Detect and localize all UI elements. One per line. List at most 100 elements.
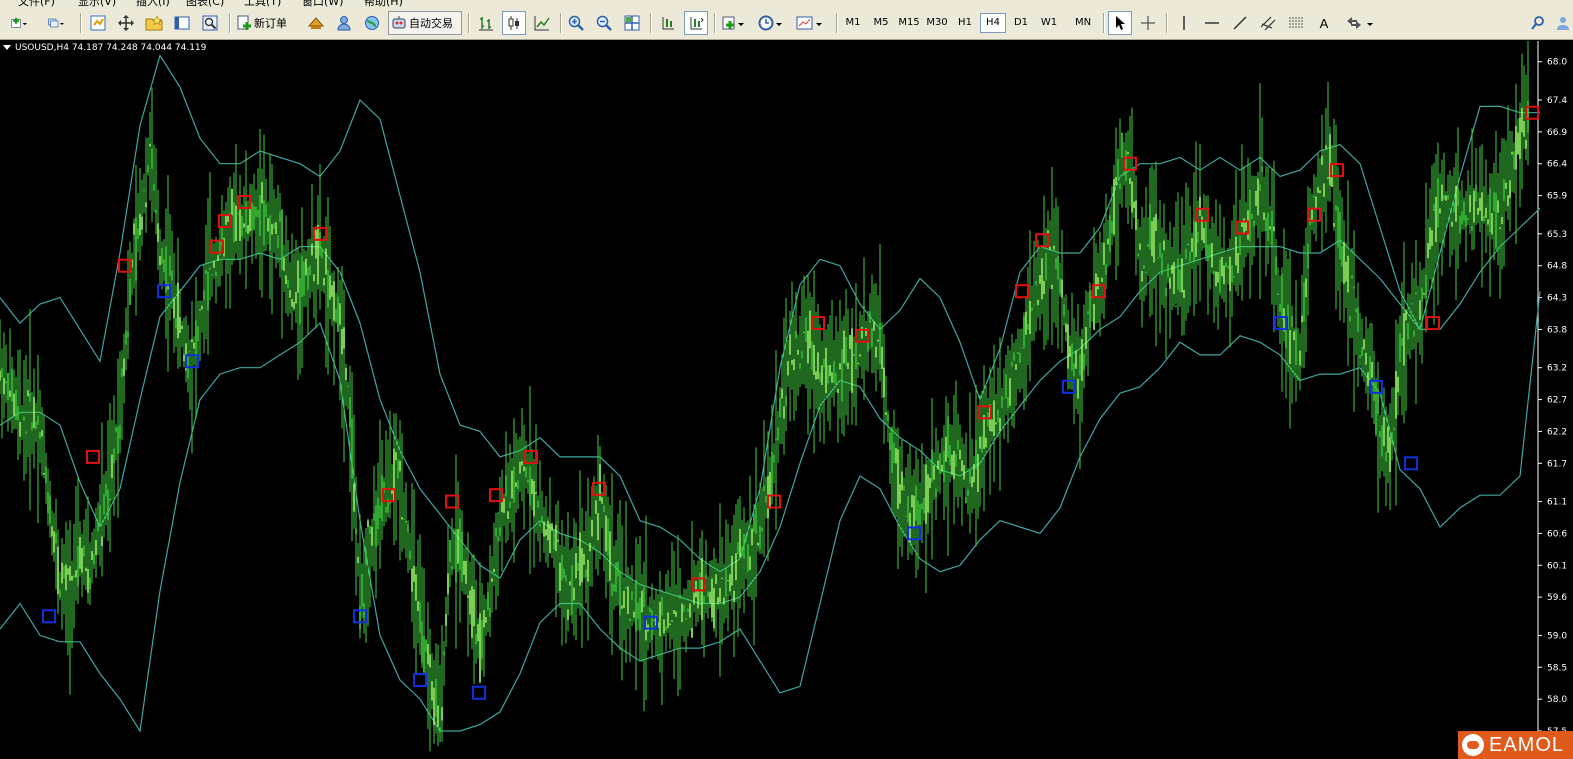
candle-body xyxy=(1075,350,1077,369)
candle-body xyxy=(933,465,935,480)
candle-body xyxy=(845,336,847,366)
market-button[interactable] xyxy=(360,11,384,35)
candle-body xyxy=(503,498,505,513)
zoom-in-button[interactable] xyxy=(564,11,588,35)
profiles-button[interactable] xyxy=(40,11,72,35)
timeframe-m15[interactable]: M15 xyxy=(896,13,922,33)
timeframe-d1[interactable]: D1 xyxy=(1008,13,1034,33)
timeframe-h1[interactable]: H1 xyxy=(952,13,978,33)
timeframe-m1[interactable]: M1 xyxy=(840,13,866,33)
candle-body xyxy=(527,479,529,483)
account-button[interactable] xyxy=(1554,11,1572,35)
candle-body xyxy=(467,595,469,598)
candle-body xyxy=(1439,208,1441,214)
timeframe-m30[interactable]: M30 xyxy=(924,13,950,33)
price-tick-label: 59.6 xyxy=(1547,593,1567,603)
price-tick-label: 62.7 xyxy=(1547,396,1567,406)
chart-canvas[interactable]: 68.0 67.4 66.9 66.4 65.9 65.3 64.8 64.3 63.8 63.2… xyxy=(0,41,1573,759)
indicators-button[interactable] xyxy=(718,11,750,35)
crosshair-tool-button[interactable] xyxy=(1136,11,1160,35)
candle-body xyxy=(683,605,685,612)
menu-item-2[interactable]: 插入(I) xyxy=(136,0,170,7)
candlestick-chart-button[interactable] xyxy=(502,11,526,35)
new-chart-button[interactable] xyxy=(4,11,34,35)
price-chart[interactable]: 68.0 67.4 66.9 66.4 65.9 65.3 64.8 64.3 63.8 63.2… xyxy=(0,41,1573,759)
candle-body xyxy=(1435,196,1437,243)
candle-body xyxy=(345,367,347,381)
candle-body xyxy=(1107,238,1109,245)
candle-body xyxy=(979,436,981,449)
candle-body xyxy=(937,460,939,470)
candle-body xyxy=(335,308,337,322)
market-watch-button[interactable] xyxy=(86,11,110,35)
candle-body xyxy=(771,451,773,497)
timeframe-m5[interactable]: M5 xyxy=(868,13,894,33)
line-chart-button[interactable] xyxy=(530,11,554,35)
candle-body xyxy=(1129,177,1131,184)
candle-body xyxy=(1013,352,1015,361)
auto-scroll-button[interactable] xyxy=(684,11,708,35)
candle-body xyxy=(679,594,681,599)
channel-button[interactable] xyxy=(1256,11,1280,35)
new-order-button[interactable]: 新订单 xyxy=(236,11,300,35)
candle-body xyxy=(1177,258,1179,291)
candle-body xyxy=(1025,311,1027,335)
timeframe-w1[interactable]: W1 xyxy=(1036,13,1062,33)
horizontal-line-button[interactable] xyxy=(1200,11,1224,35)
arrows-button[interactable] xyxy=(1340,11,1380,35)
cursor-tool-button[interactable] xyxy=(1108,11,1132,35)
candle-body xyxy=(1157,257,1159,259)
candle-body xyxy=(1291,316,1293,328)
candle-body xyxy=(1123,171,1125,176)
candle-body xyxy=(425,640,427,652)
candle-body xyxy=(1473,190,1475,223)
candle-body xyxy=(661,597,663,616)
templates-button[interactable] xyxy=(792,11,828,35)
chart-shift-button[interactable] xyxy=(656,11,680,35)
bar-chart-button[interactable] xyxy=(474,11,498,35)
candle-body xyxy=(1127,152,1129,155)
candle-body xyxy=(1077,378,1079,399)
menu-item-4[interactable]: 工具(T) xyxy=(244,0,281,7)
candle-body xyxy=(115,427,117,433)
candle-body xyxy=(669,623,671,626)
trendline-button[interactable] xyxy=(1228,11,1252,35)
menu-item-0[interactable]: 文件(F) xyxy=(18,0,55,7)
expert-button[interactable] xyxy=(304,11,328,35)
timeframe-mn[interactable]: MN xyxy=(1070,13,1096,33)
signals-button[interactable] xyxy=(332,11,356,35)
zoom-out-button[interactable] xyxy=(592,11,616,35)
data-window-button[interactable] xyxy=(114,11,138,35)
vertical-line-button[interactable] xyxy=(1172,11,1196,35)
timeframe-h4[interactable]: H4 xyxy=(980,13,1006,33)
candle-body xyxy=(573,587,575,601)
auto-trade-button[interactable]: 自动交易 xyxy=(388,11,462,35)
candle-body xyxy=(1341,246,1343,267)
strategy-tester-button[interactable] xyxy=(198,11,222,35)
periods-button[interactable] xyxy=(754,11,788,35)
candle-body xyxy=(357,556,359,564)
candle-body xyxy=(309,265,311,276)
terminal-button[interactable] xyxy=(170,11,194,35)
menu-item-3[interactable]: 图表(C) xyxy=(186,0,224,7)
search-button[interactable] xyxy=(1526,11,1550,35)
candle-body xyxy=(203,290,205,301)
candle-body xyxy=(1501,216,1503,224)
candle-body xyxy=(707,591,709,598)
candle-body xyxy=(765,495,767,503)
toolbar: 新订单 自动交易 M1 M5 M15 M30 H1 H4 D1 W1 MN A xyxy=(0,7,1573,40)
menu-item-5[interactable]: 窗口(W) xyxy=(302,0,343,7)
tile-windows-button[interactable] xyxy=(620,11,644,35)
fibonacci-button[interactable] xyxy=(1284,11,1308,35)
candle-body xyxy=(427,643,429,665)
candle-body xyxy=(987,412,989,427)
menu-item-1[interactable]: 显示(V) xyxy=(78,0,116,7)
candle-body xyxy=(1133,201,1135,208)
candle-body xyxy=(391,490,393,494)
expert-hat-icon xyxy=(308,17,324,29)
buy-signal-marker xyxy=(413,673,427,688)
text-tool-button[interactable]: A xyxy=(1312,11,1336,35)
menu-item-6[interactable]: 帮助(H) xyxy=(364,0,403,7)
navigator-button[interactable] xyxy=(142,11,166,35)
candle-body xyxy=(1135,200,1137,230)
